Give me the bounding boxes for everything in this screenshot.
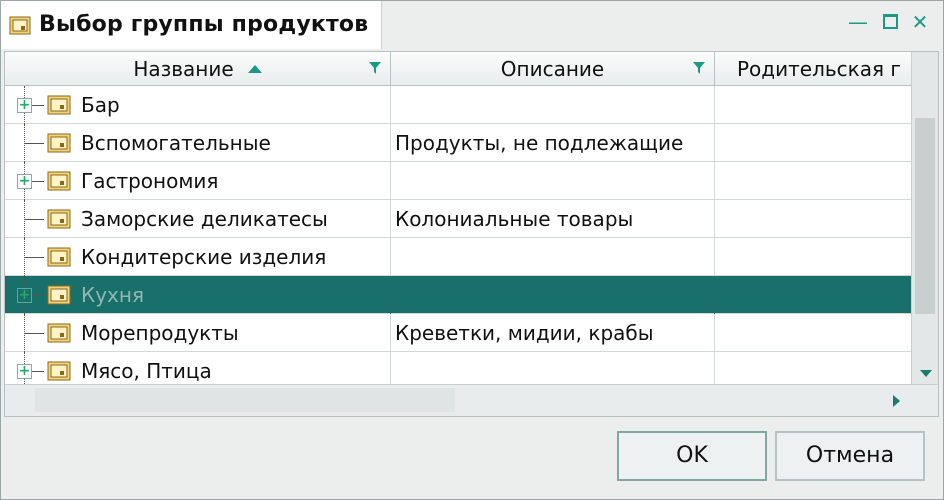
table-row[interactable]: Кондитерские изделия [5,238,911,276]
expand-icon[interactable]: + [17,174,32,189]
window-title: Выбор группы продуктов [39,12,369,37]
row-name: Бар [81,93,120,117]
table-row[interactable]: Вспомогательные Продукты, не подлежащие [5,124,911,162]
group-picker-dialog: Выбор группы продуктов — ✕ Название Опис… [0,0,944,500]
tree-line [24,219,44,220]
folder-icon [9,16,31,35]
filter-icon[interactable] [692,61,706,75]
description-cell[interactable] [391,86,715,124]
table-row[interactable]: + Гастрономия [5,162,911,200]
vertical-scrollbar[interactable] [911,52,938,384]
name-cell[interactable]: Вспомогательные [5,124,391,162]
column-header-name-label: Название [133,57,234,81]
parent-cell[interactable] [715,314,911,352]
horizontal-scroll-thumb[interactable] [35,388,455,412]
name-cell[interactable]: + Гастрономия [5,162,391,200]
scroll-down-arrow-icon[interactable] [920,370,932,377]
scroll-right-arrow-icon[interactable] [893,395,900,407]
tree-line [24,143,44,144]
row-name: Заморские деликатесы [81,207,328,231]
grid-header: Название Описание Родительская г [5,52,911,86]
folder-icon [47,133,71,153]
tree-line [24,257,44,258]
name-cell[interactable]: Кондитерские изделия [5,238,391,276]
ok-button[interactable]: OK [617,431,767,481]
maximize-icon[interactable] [879,11,901,33]
column-header-parent-label: Родительская г [737,57,901,81]
name-cell[interactable]: + Кухня [5,276,391,314]
parent-cell[interactable] [715,162,911,200]
sort-ascending-icon [247,65,262,73]
cancel-button[interactable]: Отмена [775,431,925,481]
row-name: Гастрономия [81,169,219,193]
name-cell[interactable]: Заморские деликатесы [5,200,391,238]
table-row[interactable]: Заморские деликатесы Колониальные товары [5,200,911,238]
folder-icon [47,361,71,381]
horizontal-scrollbar[interactable] [5,384,938,416]
folder-icon [47,285,71,305]
expand-icon[interactable]: + [17,98,32,113]
minimize-icon[interactable]: — [847,11,869,33]
column-header-description-label: Описание [500,57,605,81]
parent-cell[interactable] [715,238,911,276]
folder-icon [47,171,71,191]
row-name: Вспомогательные [81,131,271,155]
row-name: Кондитерские изделия [81,245,327,269]
description-cell[interactable] [391,162,715,200]
column-header-name[interactable]: Название [5,52,391,86]
table-row[interactable]: Морепродукты Креветки, мидии, крабы [5,314,911,352]
expand-icon[interactable]: + [17,364,32,379]
column-header-description[interactable]: Описание [391,52,715,86]
name-cell[interactable]: + Бар [5,86,391,124]
expand-icon[interactable]: + [17,288,32,303]
folder-icon [47,209,71,229]
row-name: Морепродукты [81,321,239,345]
description-cell[interactable]: Колониальные товары [391,200,715,238]
close-icon[interactable]: ✕ [909,11,931,33]
table-row[interactable]: + Бар [5,86,911,124]
folder-icon [47,247,71,267]
folder-icon [47,95,71,115]
parent-cell[interactable] [715,276,911,314]
description-cell[interactable]: Продукты, не подлежащие [391,124,715,162]
groups-grid: Название Описание Родительская г + Бар Всп… [4,51,939,417]
title-tab: Выбор группы продуктов [1,1,382,49]
tree-line [24,333,44,334]
description-cell[interactable]: Креветки, мидии, крабы [391,314,715,352]
parent-cell[interactable] [715,86,911,124]
description-cell[interactable] [391,238,715,276]
description-cell[interactable] [391,276,715,314]
filter-icon[interactable] [368,61,382,75]
column-header-parent[interactable]: Родительская г [715,52,911,86]
parent-cell[interactable] [715,200,911,238]
name-cell[interactable]: Морепродукты [5,314,391,352]
vertical-scroll-thumb[interactable] [915,118,935,314]
folder-icon [47,323,71,343]
parent-cell[interactable] [715,124,911,162]
title-bar[interactable]: Выбор группы продуктов — ✕ [1,1,943,49]
row-name: Кухня [81,283,144,307]
table-row[interactable]: + Кухня [5,276,911,314]
